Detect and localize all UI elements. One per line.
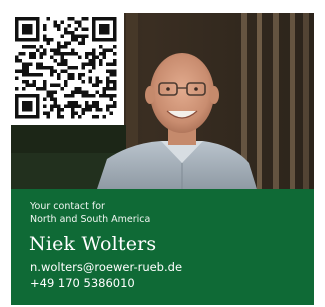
intro-line-2: North and South America — [30, 214, 151, 225]
contact-email[interactable]: n.wolters@roewer-rueb.de — [30, 259, 182, 275]
contact-card: Your contact for North and South America… — [11, 13, 314, 305]
intro-line-1: Your contact for — [30, 201, 105, 212]
contact-phone[interactable]: +49 170 5386010 — [30, 275, 182, 291]
contact-intro: Your contact for North and South America — [30, 200, 150, 226]
contact-info-panel: Your contact for North and South America… — [11, 189, 314, 305]
contact-name: Niek Wolters — [29, 233, 157, 255]
qr-code-icon[interactable] — [11, 13, 124, 125]
contact-details: n.wolters@roewer-rueb.de +49 170 5386010 — [30, 259, 182, 291]
